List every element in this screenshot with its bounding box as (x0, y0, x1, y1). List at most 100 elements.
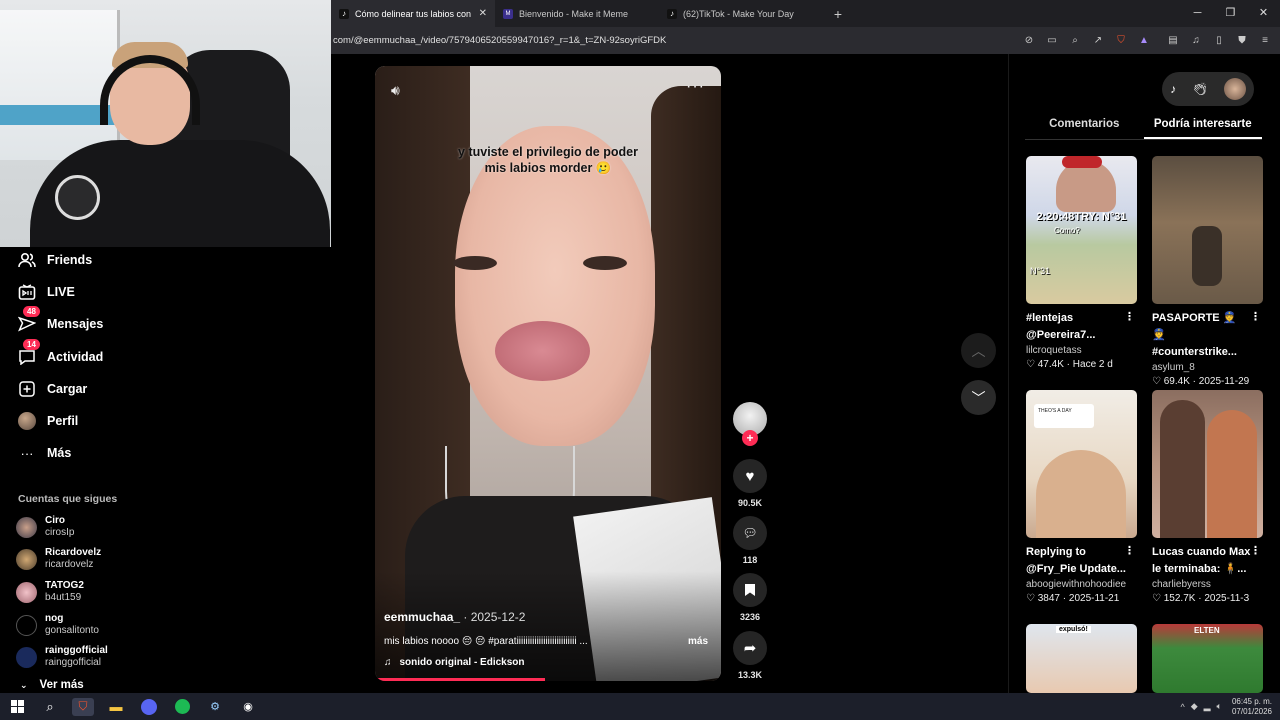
following-item[interactable]: TATOG2 b4ut159 (16, 580, 84, 604)
sidebar-item-upload[interactable]: Cargar (18, 377, 87, 401)
zoom-icon[interactable]: ⌕ (1067, 35, 1083, 46)
video-progress-bar[interactable] (375, 678, 545, 681)
vpn-icon[interactable]: ⛊ (1235, 35, 1249, 46)
recommended-video-card[interactable]: THEO'S A DAY ⋮ Replying to @Fry_Pie Upda… (1026, 390, 1137, 604)
minimize-icon[interactable]: ─ (1181, 0, 1214, 27)
card-more-icon[interactable]: ⋮ (1124, 544, 1135, 557)
volume-icon[interactable]: 🔊︎ (391, 82, 400, 99)
tab-comments[interactable]: Comentarios (1025, 112, 1144, 139)
cast-icon[interactable]: ▭ (1044, 35, 1060, 46)
card-author[interactable]: aboogiewithnohoodiee (1026, 579, 1137, 590)
video-thumbnail[interactable] (1152, 390, 1263, 538)
reading-list-icon[interactable]: ▯ (1212, 35, 1226, 46)
video-thumbnail[interactable]: ELTEN (1152, 624, 1263, 693)
chevron-up-icon[interactable]: ^ (1180, 702, 1184, 712)
taskbar-clock[interactable]: 06:45 p. m. 07/01/2026 (1232, 697, 1272, 717)
right-panel-tabs: Comentarios Podría interesarte (1025, 112, 1262, 140)
follow-button[interactable]: + (742, 430, 758, 446)
card-author[interactable]: charliebyerss (1152, 579, 1263, 590)
card-stats: ♡ 152.7K · 2025-11-3 (1152, 593, 1250, 604)
recommended-video-card[interactable]: expulsó! (1026, 624, 1137, 693)
following-item[interactable]: Ciro cirosIp (16, 515, 74, 539)
share-action[interactable]: ➦ 13.3K (733, 631, 767, 680)
browser-tab-3[interactable]: ♪ (62)TikTok - Make Your Day (659, 0, 823, 27)
card-date: 2025-11-21 (1068, 593, 1120, 604)
following-handle: b4ut159 (45, 592, 82, 603)
new-tab-button[interactable]: + (827, 6, 849, 22)
search-icon[interactable]: ⌕ (39, 698, 61, 716)
card-author[interactable]: lilcroquetass (1026, 345, 1137, 356)
recommended-video-card[interactable]: ⋮ Lucas cuando Max le terminaba: 🧍... ch… (1152, 390, 1263, 604)
obs-icon[interactable]: ◉ (237, 698, 259, 716)
recommended-video-card[interactable]: ⋮ PASAPORTE 👮 👮 #counterstrike... asylum… (1152, 156, 1263, 387)
recommended-video-card[interactable]: 2:20:48TRY: N°31 Como? N°31 ⋮ #lentejas … (1026, 156, 1137, 370)
sidebar-item-profile[interactable]: Perfil (18, 409, 78, 433)
video-player[interactable]: y tuviste el privilegio de poder mis lab… (375, 66, 721, 681)
speaker-icon[interactable]: 🔈︎ (1217, 701, 1222, 712)
video-frame-shape (583, 256, 627, 270)
url-field[interactable]: com/@eemmuchaa_/video/757940652055994701… (331, 35, 1021, 46)
brave-browser-icon[interactable]: ⛉ (72, 697, 94, 716)
video-thumbnail[interactable] (1152, 156, 1263, 304)
card-more-icon[interactable]: ⋮ (1250, 310, 1261, 323)
card-more-icon[interactable]: ⋮ (1250, 544, 1261, 557)
thumbnail-person (1036, 450, 1126, 538)
save-action[interactable]: 3236 (733, 573, 767, 622)
following-item[interactable]: Ricardovelz ricardovelz (16, 547, 101, 571)
following-item[interactable]: rainggofficial rainggofficial (16, 645, 108, 669)
video-author[interactable]: eemmuchaa_ · 2025-12-2 (384, 610, 525, 624)
rewards-icon[interactable]: ▲ (1136, 35, 1152, 46)
share-icon[interactable]: ↗ (1090, 35, 1106, 46)
tray-app-icon[interactable]: ◆ (1191, 701, 1198, 712)
windows-start-icon[interactable] (6, 698, 28, 716)
right-panel-top-pill[interactable]: ♪ 👏︎ (1162, 72, 1254, 106)
video-thumbnail[interactable]: expulsó! (1026, 624, 1137, 693)
comment-icon[interactable]: 💬︎ (733, 516, 767, 550)
menu-icon[interactable]: ≡ (1258, 35, 1272, 46)
next-video-button[interactable]: ﹀ (961, 380, 996, 415)
media-icon[interactable]: ♫ (1189, 35, 1203, 46)
share-arrow-icon[interactable]: ➦ (733, 631, 767, 665)
browser-tab-1[interactable]: ♪ Cómo delinear tus labios con est ✕ (331, 0, 495, 27)
network-icon[interactable]: ▂ (1204, 701, 1211, 712)
sidebar-item-more[interactable]: ··· Más (18, 441, 72, 465)
discord-icon[interactable] (138, 698, 160, 716)
steam-icon[interactable]: ⚙ (204, 698, 226, 716)
avatar[interactable] (1223, 78, 1246, 100)
see-more-button[interactable]: ⌄ Ver más (20, 679, 84, 691)
video-thumbnail[interactable]: 2:20:48TRY: N°31 Como? N°31 (1026, 156, 1137, 304)
video-caption-overlay: y tuviste el privilegio de poder mis lab… (375, 144, 721, 176)
video-sound[interactable]: ♫ sonido original - Edickson (384, 657, 525, 668)
close-tab-icon[interactable]: ✕ (479, 8, 487, 19)
card-more-icon[interactable]: ⋮ (1124, 310, 1135, 323)
tracking-icon[interactable]: ⊘ (1021, 35, 1037, 46)
card-author[interactable]: asylum_8 (1152, 362, 1263, 373)
like-action[interactable]: ♥ 90.5K (733, 459, 767, 508)
brave-shield-icon[interactable]: ⛉ (1113, 35, 1129, 46)
previous-video-button[interactable]: ︿ (961, 333, 996, 368)
close-window-icon[interactable]: ✕ (1247, 0, 1280, 27)
following-name: rainggofficial (45, 645, 108, 656)
comment-action[interactable]: 💬︎ 118 (733, 516, 767, 565)
clapping-hands-icon: 👏︎ (1192, 82, 1208, 96)
sidebar-item-friends[interactable]: Friends (18, 248, 92, 272)
video-thumbnail[interactable]: THEO'S A DAY (1026, 390, 1137, 538)
file-explorer-icon[interactable]: ▬ (105, 698, 127, 716)
following-item[interactable]: nog gonsalitonto (16, 613, 99, 637)
more-options-icon[interactable]: ··· (686, 78, 705, 96)
heart-icon[interactable]: ♥ (733, 459, 767, 493)
expand-description-button[interactable]: más (688, 636, 708, 647)
spotify-icon[interactable] (171, 698, 193, 716)
sidebar-item-live[interactable]: LIVE (18, 280, 75, 304)
bookmark-icon[interactable] (733, 573, 767, 607)
restore-icon[interactable]: ❐ (1214, 0, 1247, 27)
following-name: Ricardovelz (45, 547, 102, 558)
sidebar-item-activity[interactable]: 14 Actividad (18, 339, 103, 369)
sidebar-item-messages[interactable]: 48 Mensajes (18, 306, 103, 336)
browser-tab-2[interactable]: M Bienvenido - Make it Meme (495, 0, 659, 27)
recommended-video-card[interactable]: ELTEN (1152, 624, 1263, 693)
video-username[interactable]: eemmuchaa_ (384, 610, 460, 624)
more-icon: ··· (20, 445, 34, 461)
sidebar-icon[interactable]: ▤ (1166, 35, 1180, 46)
tab-recommended[interactable]: Podría interesarte (1143, 112, 1262, 139)
